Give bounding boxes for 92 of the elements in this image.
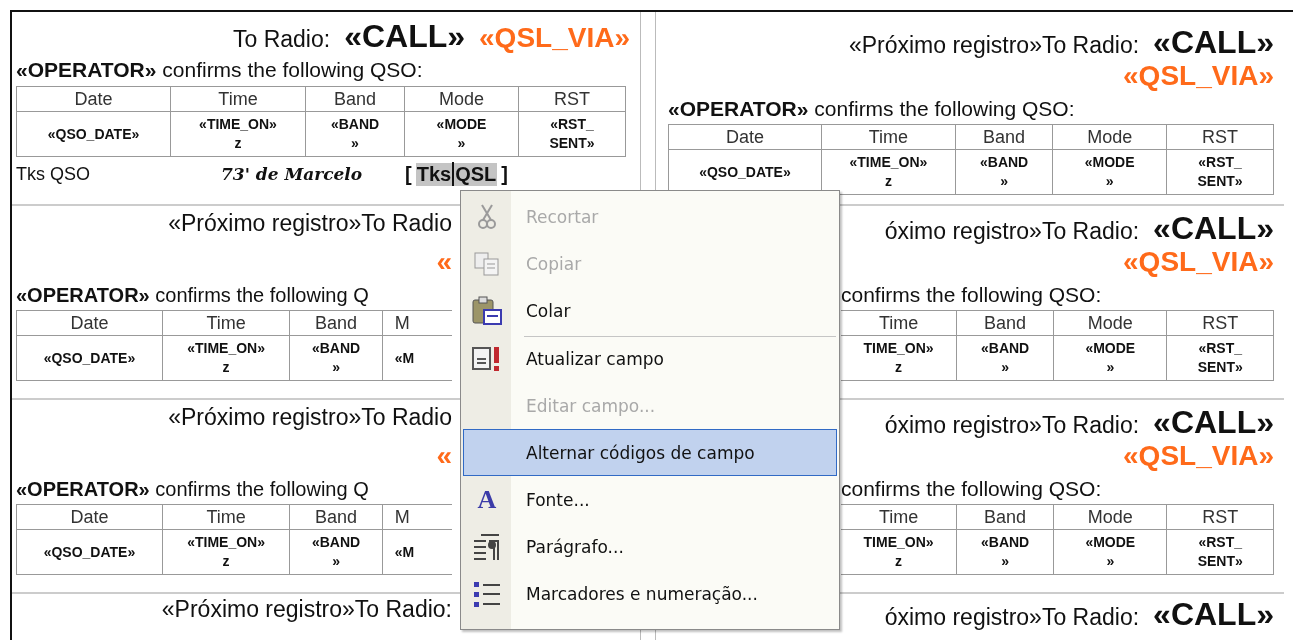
- column-header: Mode: [1053, 504, 1167, 530]
- table-cell: «BAND »: [289, 529, 383, 575]
- qsl-via-field: «: [436, 246, 452, 280]
- call-field: «CALL»: [1153, 404, 1274, 442]
- column-header: RST: [1166, 124, 1274, 150]
- table-cell: «BAND »: [956, 335, 1054, 381]
- column-header: Time: [162, 310, 290, 336]
- heading-text: «Próximo registro»To Radio:: [848, 32, 1140, 59]
- qsl-via-field: «QSL_VIA»: [1123, 246, 1274, 281]
- column-header: Band: [956, 310, 1054, 336]
- heading-text: óximo registro»To Radio:: [884, 412, 1140, 440]
- heading-text: óximo registro»To Radio:: [884, 218, 1140, 246]
- table-cell: «RST_ SENT»: [1167, 335, 1274, 381]
- menu-item[interactable]: Marcadores e numeração...: [463, 570, 837, 617]
- heading-text: «Próximo registro»To Radio:: [161, 596, 452, 623]
- table-cell: «TIME_ON» z: [170, 111, 306, 157]
- table-cell: TIME_ON» z: [841, 529, 957, 575]
- table-cell: «QSO_DATE»: [16, 111, 171, 157]
- bracket-text: ]: [501, 162, 508, 186]
- column-header: Time: [162, 504, 290, 530]
- table-cell: «BAND »: [956, 529, 1054, 575]
- operator-line: confirms the following QSO:: [841, 283, 1102, 308]
- menu-item[interactable]: A Fonte...: [463, 476, 837, 523]
- call-field: «CALL»: [1153, 596, 1274, 633]
- footer-text: Tks QSO: [16, 163, 91, 185]
- column-header: Time: [821, 124, 956, 150]
- column-header: Band: [305, 86, 405, 112]
- font-icon: A: [477, 484, 497, 515]
- column-header: M: [382, 504, 452, 530]
- qsl-via-field: «QSL_VIA»: [479, 22, 630, 54]
- column-header: M: [382, 310, 452, 336]
- column-header: RST: [1167, 310, 1274, 336]
- column-header: Time: [841, 310, 957, 336]
- column-header: Date: [16, 86, 171, 112]
- table-cell: «QSO_DATE»: [16, 529, 163, 575]
- column-header: Date: [16, 504, 163, 530]
- column-header: Mode: [1053, 310, 1167, 336]
- table-cell: «MODE »: [404, 111, 519, 157]
- column-header: Time: [170, 86, 306, 112]
- text-cursor: [452, 162, 455, 186]
- table-cell: «BAND »: [305, 111, 405, 157]
- column-header: Band: [289, 504, 383, 530]
- operator-line: confirms the following QSO:: [841, 477, 1102, 502]
- call-field: «CALL»: [1153, 24, 1274, 61]
- column-header: Time: [841, 504, 957, 530]
- field-text: QSL: [454, 162, 498, 186]
- heading-text: «Próximo registro»To Radio: [168, 404, 452, 431]
- scissors-icon: [478, 203, 496, 230]
- operator-line: «OPERATOR» confirms the following QSO:: [16, 58, 423, 82]
- qsl-via-field: «QSL_VIA»: [1123, 60, 1274, 94]
- column-header: Band: [289, 310, 383, 336]
- table-cell: «BAND »: [955, 149, 1053, 195]
- call-field: «CALL»: [344, 18, 466, 55]
- heading-text: «Próximo registro»To Radio: [168, 210, 452, 237]
- copy-icon: [474, 251, 500, 276]
- table-cell: «MODE »: [1053, 529, 1167, 575]
- qsl-via-field: «QSL_VIA»: [1123, 440, 1274, 475]
- table-cell: «RST_ SENT»: [1166, 149, 1274, 195]
- field-text: Tks: [415, 162, 453, 186]
- operator-line: «OPERATOR» confirms the following Q: [16, 283, 369, 307]
- heading-text: óximo registro»To Radio:: [884, 604, 1140, 631]
- table-cell: «RST_ SENT»: [518, 111, 626, 157]
- bracket-text: [: [405, 162, 412, 186]
- operator-line: «OPERATOR» confirms the following Q: [16, 477, 369, 501]
- table-cell: «MODE »: [1053, 335, 1167, 381]
- bulleted-list-icon: [473, 579, 501, 608]
- call-field: «CALL»: [1153, 210, 1274, 248]
- column-header: Mode: [1052, 124, 1167, 150]
- qsl-via-field: «: [436, 440, 452, 474]
- paste-icon: [472, 295, 502, 326]
- column-header: Mode: [404, 86, 519, 112]
- paragraph-icon: [473, 532, 501, 561]
- table-cell: «RST_ SENT»: [1167, 529, 1274, 575]
- column-header: Date: [16, 310, 163, 336]
- table-cell: «MODE »: [1052, 149, 1167, 195]
- heading-text: To Radio:: [232, 26, 331, 53]
- table-cell: «TIME_ON» z: [162, 529, 290, 575]
- table-cell: «BAND »: [289, 335, 383, 381]
- menu-item[interactable]: Alternar códigos de campo: [463, 429, 837, 476]
- column-header: RST: [1167, 504, 1274, 530]
- table-cell: «TIME_ON» z: [162, 335, 290, 381]
- column-header: Band: [955, 124, 1053, 150]
- operator-line: «OPERATOR» confirms the following QSO:: [668, 97, 1075, 121]
- column-header: Date: [668, 124, 822, 150]
- update-field-icon: [472, 345, 502, 372]
- signature-text: 73' de Marcelo: [221, 164, 364, 184]
- column-header: RST: [518, 86, 626, 112]
- menu-item[interactable]: Parágrafo...: [463, 523, 837, 570]
- menu-item[interactable]: Colar: [463, 287, 837, 334]
- column-header: Band: [956, 504, 1054, 530]
- table-cell: TIME_ON» z: [841, 335, 957, 381]
- table-cell: «QSO_DATE»: [16, 335, 163, 381]
